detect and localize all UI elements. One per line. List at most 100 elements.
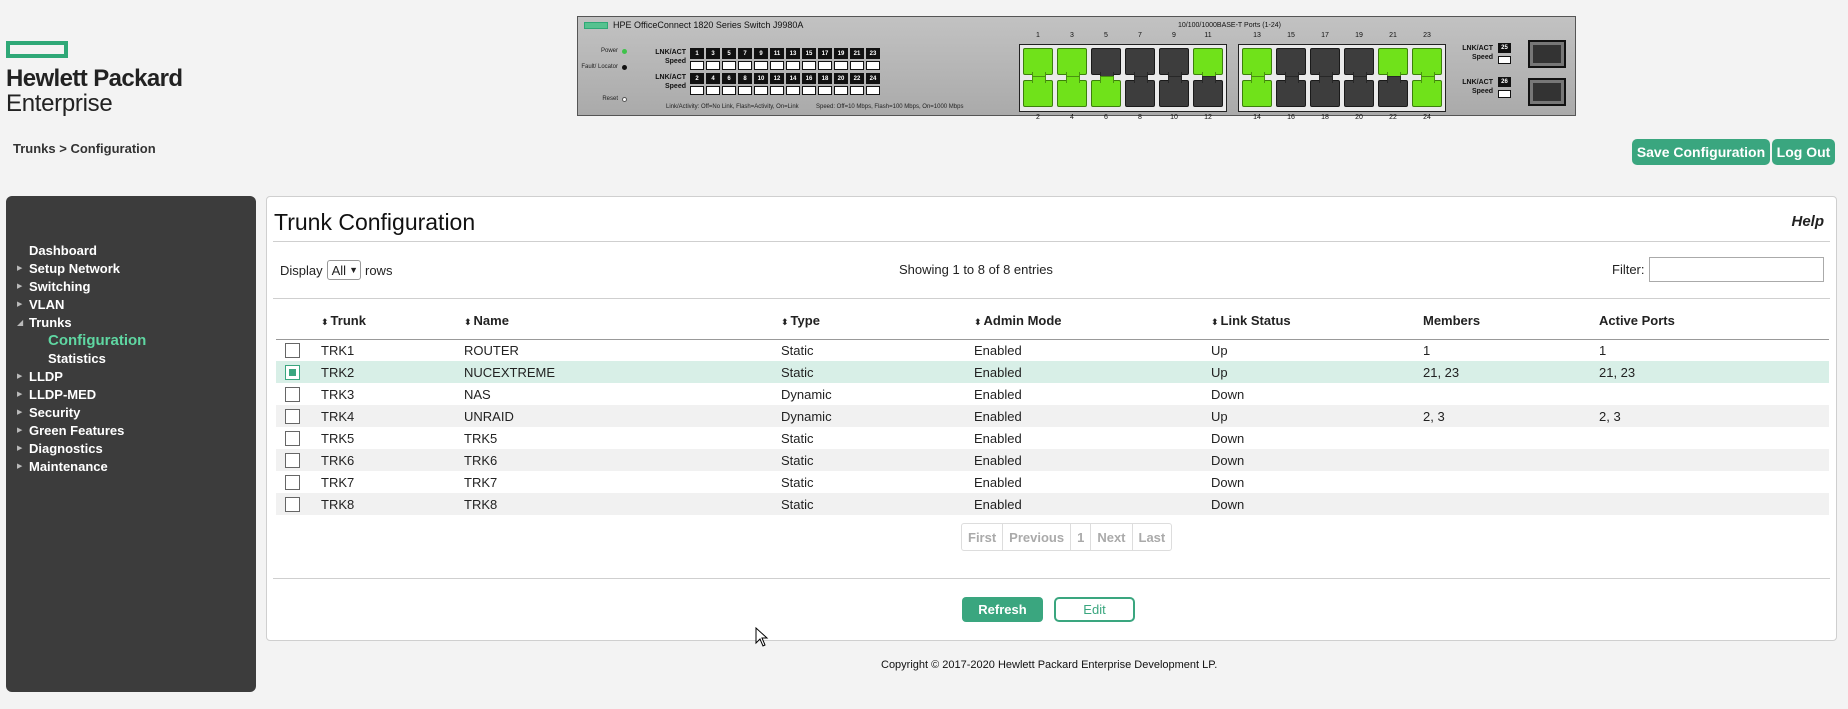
ethernet-port-24[interactable] [1412, 76, 1442, 107]
table-row[interactable]: TRK6 TRK6 Static Enabled Down [276, 449, 1829, 471]
table-row[interactable]: TRK4 UNRAID Dynamic Enabled Up 2, 3 2, 3 [276, 405, 1829, 427]
ethernet-port-4[interactable] [1057, 76, 1087, 107]
row-checkbox[interactable] [285, 342, 300, 358]
pager-1-button[interactable]: 1 [1071, 524, 1092, 550]
sidebar-item-lldp[interactable]: ▶ LLDP [6, 367, 256, 385]
cell-admin: Enabled [974, 342, 1022, 358]
pager-last-button[interactable]: Last [1133, 524, 1172, 550]
sidebar-item-vlan[interactable]: ▶ VLAN [6, 295, 256, 313]
refresh-button[interactable]: Refresh [962, 597, 1043, 622]
ethernet-port-22[interactable] [1378, 76, 1408, 107]
speed-led [706, 86, 720, 95]
column-header-link-status[interactable]: ⬍ Link Status [1211, 303, 1423, 340]
row-select-cell [276, 493, 321, 515]
column-header-name[interactable]: ⬍ Name [464, 303, 781, 340]
sidebar-subitem-configuration[interactable]: Configuration [6, 331, 256, 349]
save-configuration-button[interactable]: Save Configuration [1632, 139, 1770, 165]
ethernet-port-18[interactable] [1310, 76, 1340, 107]
ethernet-port-23[interactable] [1412, 48, 1442, 79]
sidebar-subitem-statistics[interactable]: Statistics [6, 349, 256, 367]
reset-button-icon[interactable] [622, 97, 627, 102]
ethernet-port-7[interactable] [1125, 48, 1155, 79]
lnk-act-label: LNK/ACT [655, 49, 686, 56]
sidebar-item-lldp-med[interactable]: ▶ LLDP-MED [6, 385, 256, 403]
ethernet-port-21[interactable] [1378, 48, 1408, 79]
filter-input[interactable] [1648, 257, 1824, 282]
row-checkbox[interactable] [285, 496, 300, 512]
mini-led-row-top: 1 3 5 7 9 11 13 15 17 19 21 23 [690, 48, 880, 70]
sidebar-item-dashboard[interactable]: Dashboard [6, 241, 256, 259]
table-row[interactable]: TRK5 TRK5 Static Enabled Down [276, 427, 1829, 449]
row-checkbox[interactable] [285, 408, 300, 424]
sfp-port-25[interactable] [1528, 40, 1566, 68]
chevron-down-icon: ▼ [349, 265, 358, 275]
cell-link: Up [1211, 342, 1228, 358]
ethernet-port-14[interactable] [1242, 76, 1272, 107]
row-checkbox[interactable] [285, 386, 300, 402]
sfp26-led: 26 [1498, 77, 1511, 99]
sidebar-item-maintenance[interactable]: ▶ Maintenance [6, 457, 256, 475]
sidebar-item-setup-network[interactable]: ▶ Setup Network [6, 259, 256, 277]
ethernet-port-3[interactable] [1057, 48, 1087, 79]
sort-icon: ⬍ [974, 317, 982, 328]
pager-next-button[interactable]: Next [1091, 524, 1133, 550]
rows-select[interactable]: All ▼ [326, 260, 361, 280]
ethernet-port-6[interactable] [1091, 76, 1121, 107]
ethernet-port-16[interactable] [1276, 76, 1306, 107]
column-header-type[interactable]: ⬍ Type [781, 303, 974, 340]
table-row[interactable]: TRK3 NAS Dynamic Enabled Down [276, 383, 1829, 405]
table-row[interactable]: TRK8 TRK8 Static Enabled Down [276, 493, 1829, 515]
sidebar-item-diagnostics[interactable]: ▶ Diagnostics [6, 439, 256, 457]
help-link[interactable]: Help [1791, 213, 1824, 230]
column-header-trunk[interactable]: ⬍ Trunk [321, 303, 464, 340]
row-checkbox[interactable] [285, 474, 300, 490]
speed-led [866, 86, 880, 95]
row-checkbox[interactable] [285, 430, 300, 446]
pager-previous-button[interactable]: Previous [1003, 524, 1072, 550]
log-out-button[interactable]: Log Out [1772, 139, 1835, 165]
ethernet-port-19[interactable] [1344, 48, 1374, 79]
cell-type: Static [781, 430, 814, 446]
sidebar-item-security[interactable]: ▶ Security [6, 403, 256, 421]
ethernet-port-13[interactable] [1242, 48, 1272, 79]
speed-led [834, 86, 848, 95]
port-number-label: 12 [1204, 114, 1212, 121]
sidebar-item-green-features[interactable]: ▶ Green Features [6, 421, 256, 439]
ethernet-port-9[interactable] [1159, 48, 1189, 79]
pager-first-button[interactable]: First [962, 524, 1004, 550]
column-label: Trunk [330, 313, 366, 329]
ethernet-port-8[interactable] [1125, 76, 1155, 107]
sidebar-item-switching[interactable]: ▶ Switching [6, 277, 256, 295]
ethernet-port-20[interactable] [1344, 76, 1374, 107]
ethernet-port-17[interactable] [1310, 48, 1340, 79]
cell-admin: Enabled [974, 493, 1211, 515]
table-row[interactable]: TRK7 TRK7 Static Enabled Down [276, 471, 1829, 493]
speed-led [818, 61, 832, 70]
cell-admin: Enabled [974, 405, 1211, 427]
speed-led [754, 61, 768, 70]
row-checkbox[interactable] [285, 452, 300, 468]
table-row[interactable]: TRK2 NUCEXTREME Static Enabled Up 21, 23 21, 2… [276, 361, 1829, 383]
ethernet-port-2[interactable] [1023, 76, 1053, 107]
port-led-17: 17 [818, 48, 832, 70]
column-header-admin-mode[interactable]: ⬍ Admin Mode [974, 303, 1211, 340]
cell-admin: Enabled [974, 430, 1022, 446]
edit-button[interactable]: Edit [1054, 597, 1135, 622]
ethernet-port-5[interactable] [1091, 48, 1121, 79]
sidebar-item-trunks[interactable]: ◢ Trunks [6, 313, 256, 331]
ethernet-port-10[interactable] [1159, 76, 1189, 107]
port-led-number: 23 [866, 48, 880, 59]
cell-link: Up [1211, 405, 1423, 427]
speed-label: Speed [1471, 88, 1493, 95]
port-led-1: 1 [690, 48, 704, 70]
row-checkbox[interactable] [285, 364, 300, 380]
cell-link: Down [1211, 430, 1245, 446]
port-led-4: 4 [706, 73, 720, 95]
sfp-port-26[interactable] [1528, 78, 1566, 106]
table-row[interactable]: TRK1 ROUTER Static Enabled Up 1 1 [276, 339, 1829, 361]
port-led-20: 20 [834, 73, 848, 95]
ethernet-port-11[interactable] [1193, 48, 1223, 79]
ethernet-port-12[interactable] [1193, 76, 1223, 107]
ethernet-port-1[interactable] [1023, 48, 1053, 79]
ethernet-port-15[interactable] [1276, 48, 1306, 79]
